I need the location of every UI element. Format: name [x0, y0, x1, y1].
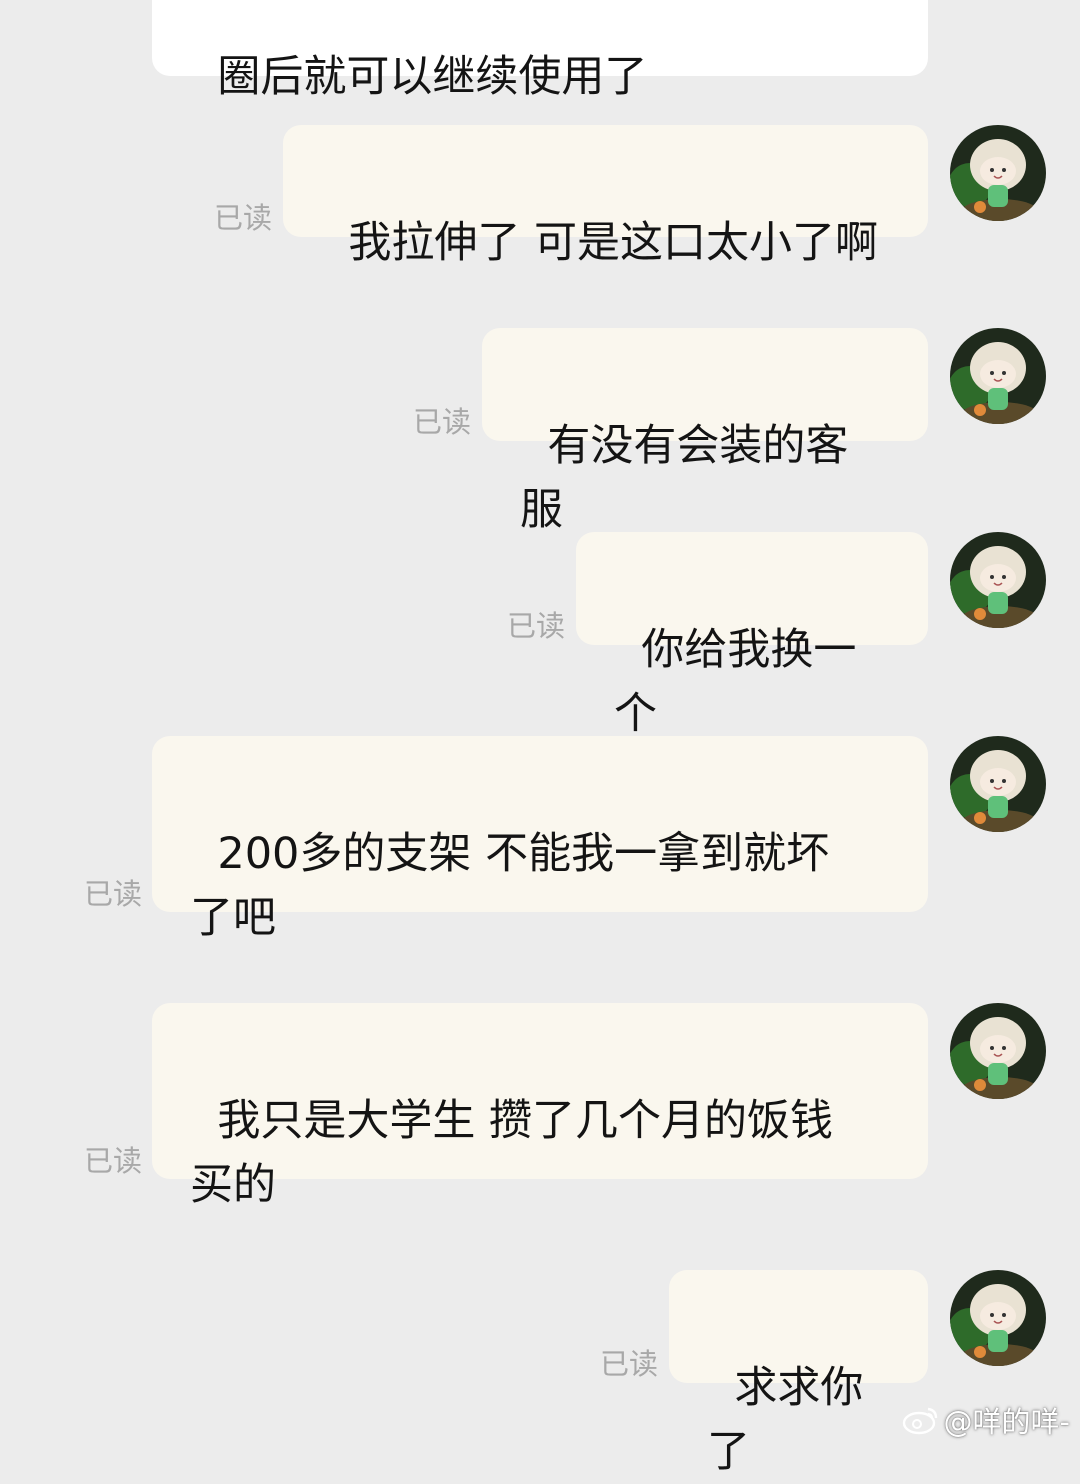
cartoon-doll-avatar-icon	[950, 125, 1046, 221]
message-text: 我拉伸了 可是这口太小了啊	[348, 218, 879, 268]
cartoon-doll-avatar-icon	[950, 532, 1046, 628]
message-bubble-outgoing[interactable]: 求求你了	[669, 1270, 928, 1477]
message-text: 我只是大学生 攒了几个月的饭钱 买的	[190, 1096, 834, 1210]
read-receipt: 已读	[84, 1144, 143, 1178]
message-text: 有没有会装的客服	[520, 421, 849, 535]
message-text: 求求你了	[707, 1363, 864, 1477]
message-bubble-outgoing[interactable]: 我拉伸了 可是这口太小了啊	[283, 125, 928, 268]
avatar[interactable]	[950, 328, 1046, 424]
watermark: @咩的咩-	[902, 1399, 1070, 1441]
cartoon-doll-avatar-icon	[950, 1270, 1046, 1366]
avatar[interactable]	[950, 125, 1046, 221]
message-text: 你给我换一个	[614, 625, 857, 739]
watermark-text: @咩的咩-	[943, 1405, 1070, 1439]
read-receipt: 已读	[84, 877, 143, 911]
message-bubble-outgoing[interactable]: 我只是大学生 攒了几个月的饭钱 买的	[152, 1003, 928, 1210]
read-receipt: 已读	[507, 609, 566, 643]
read-receipt: 已读	[413, 405, 472, 439]
avatar[interactable]	[950, 1003, 1046, 1099]
message-bubble-incoming[interactable]: 圈后就可以继续使用了	[152, 0, 928, 102]
message-text: 圈后就可以继续使用了	[217, 52, 648, 102]
message-bubble-outgoing[interactable]: 有没有会装的客服	[482, 328, 928, 535]
cartoon-doll-avatar-icon	[950, 1003, 1046, 1099]
cartoon-doll-avatar-icon	[950, 736, 1046, 832]
cartoon-doll-avatar-icon	[950, 328, 1046, 424]
weibo-logo-icon	[902, 1407, 937, 1435]
avatar[interactable]	[950, 532, 1046, 628]
message-bubble-outgoing[interactable]: 你给我换一个	[576, 532, 928, 739]
message-bubble-outgoing[interactable]: 200多的支架 不能我一拿到就坏 了吧	[152, 736, 928, 943]
avatar[interactable]	[950, 1270, 1046, 1366]
avatar[interactable]	[950, 736, 1046, 832]
read-receipt: 已读	[214, 201, 273, 235]
message-text: 200多的支架 不能我一拿到就坏 了吧	[190, 829, 830, 943]
read-receipt: 已读	[600, 1347, 659, 1381]
